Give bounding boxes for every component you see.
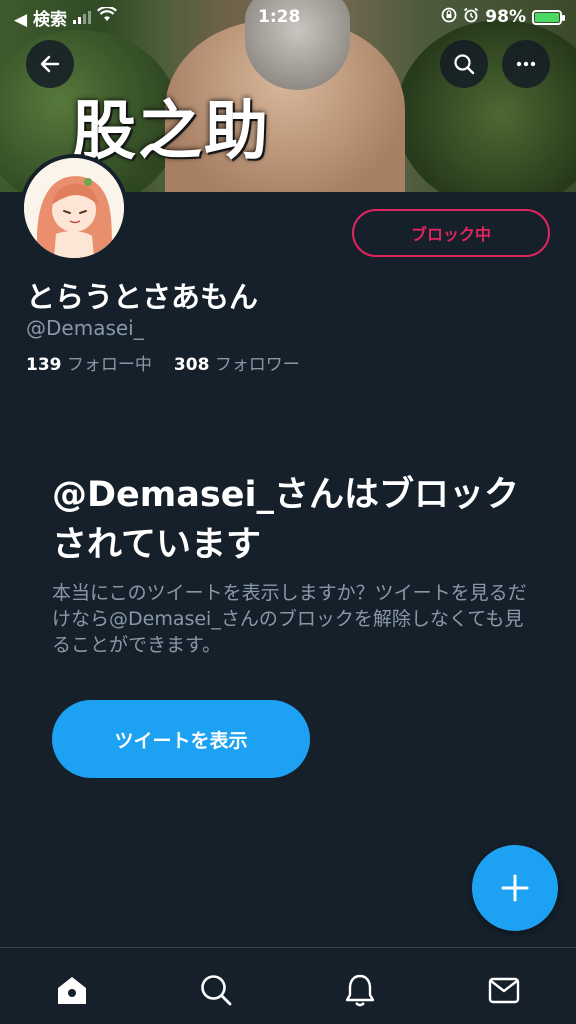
alarm-icon bbox=[463, 7, 479, 28]
back-to-app-link[interactable]: ◀ 検索 bbox=[14, 5, 67, 30]
compose-tweet-button[interactable] bbox=[472, 845, 558, 931]
status-time: 1:28 bbox=[258, 7, 301, 27]
following-link[interactable]: 139 フォロー中 bbox=[26, 350, 152, 375]
banner-caption: 股之助 bbox=[72, 94, 270, 169]
blocked-button[interactable]: ブロック中 bbox=[352, 209, 550, 257]
tab-messages[interactable] bbox=[480, 970, 528, 1010]
battery-percent: 98% bbox=[485, 7, 526, 27]
status-left: ◀ 検索 bbox=[14, 5, 117, 30]
followers-link[interactable]: 308 フォロワー bbox=[174, 350, 300, 375]
search-icon bbox=[201, 975, 232, 1006]
followers-count: 308 bbox=[173, 355, 210, 375]
follow-stats: 139 フォロー中 308 フォロワー bbox=[26, 350, 300, 375]
search-icon bbox=[454, 54, 475, 75]
view-tweets-button[interactable]: ツイートを表示 bbox=[52, 700, 310, 778]
status-right: 98% bbox=[441, 7, 565, 28]
search-button[interactable] bbox=[440, 40, 488, 88]
blocked-description: 本当にこのツイートを表示しますか？ツイートを見るだけなら@Demasei_さんの… bbox=[52, 582, 527, 656]
notifications-icon bbox=[345, 974, 375, 1007]
status-bar: ◀ 検索 1:28 98% bbox=[0, 0, 576, 34]
messages-icon bbox=[488, 977, 520, 1004]
signal-icon bbox=[73, 10, 91, 24]
tab-notifications[interactable] bbox=[336, 970, 384, 1010]
display-name: とらうとさあもん bbox=[26, 280, 259, 314]
back-button[interactable] bbox=[26, 40, 74, 88]
wifi-icon bbox=[97, 5, 117, 27]
more-icon bbox=[516, 61, 536, 67]
bottom-tab-bar bbox=[0, 947, 576, 1024]
followers-label: フォロワー bbox=[214, 355, 300, 375]
following-count: 139 bbox=[26, 355, 62, 375]
home-icon bbox=[58, 977, 86, 1004]
user-handle: @Demasei_ bbox=[26, 316, 144, 340]
rotation-lock-icon bbox=[441, 7, 457, 28]
following-label: フォロー中 bbox=[66, 355, 152, 375]
tab-home[interactable] bbox=[48, 970, 96, 1010]
banner-foliage-right bbox=[396, 20, 576, 192]
more-options-button[interactable] bbox=[502, 40, 550, 88]
avatar[interactable] bbox=[20, 154, 128, 262]
back-arrow-icon bbox=[40, 55, 60, 73]
blocked-heading: @Demasei_さんはブロックされています bbox=[52, 475, 519, 565]
plus-icon bbox=[501, 874, 529, 902]
tab-search[interactable] bbox=[192, 970, 240, 1010]
battery-icon bbox=[532, 9, 565, 25]
